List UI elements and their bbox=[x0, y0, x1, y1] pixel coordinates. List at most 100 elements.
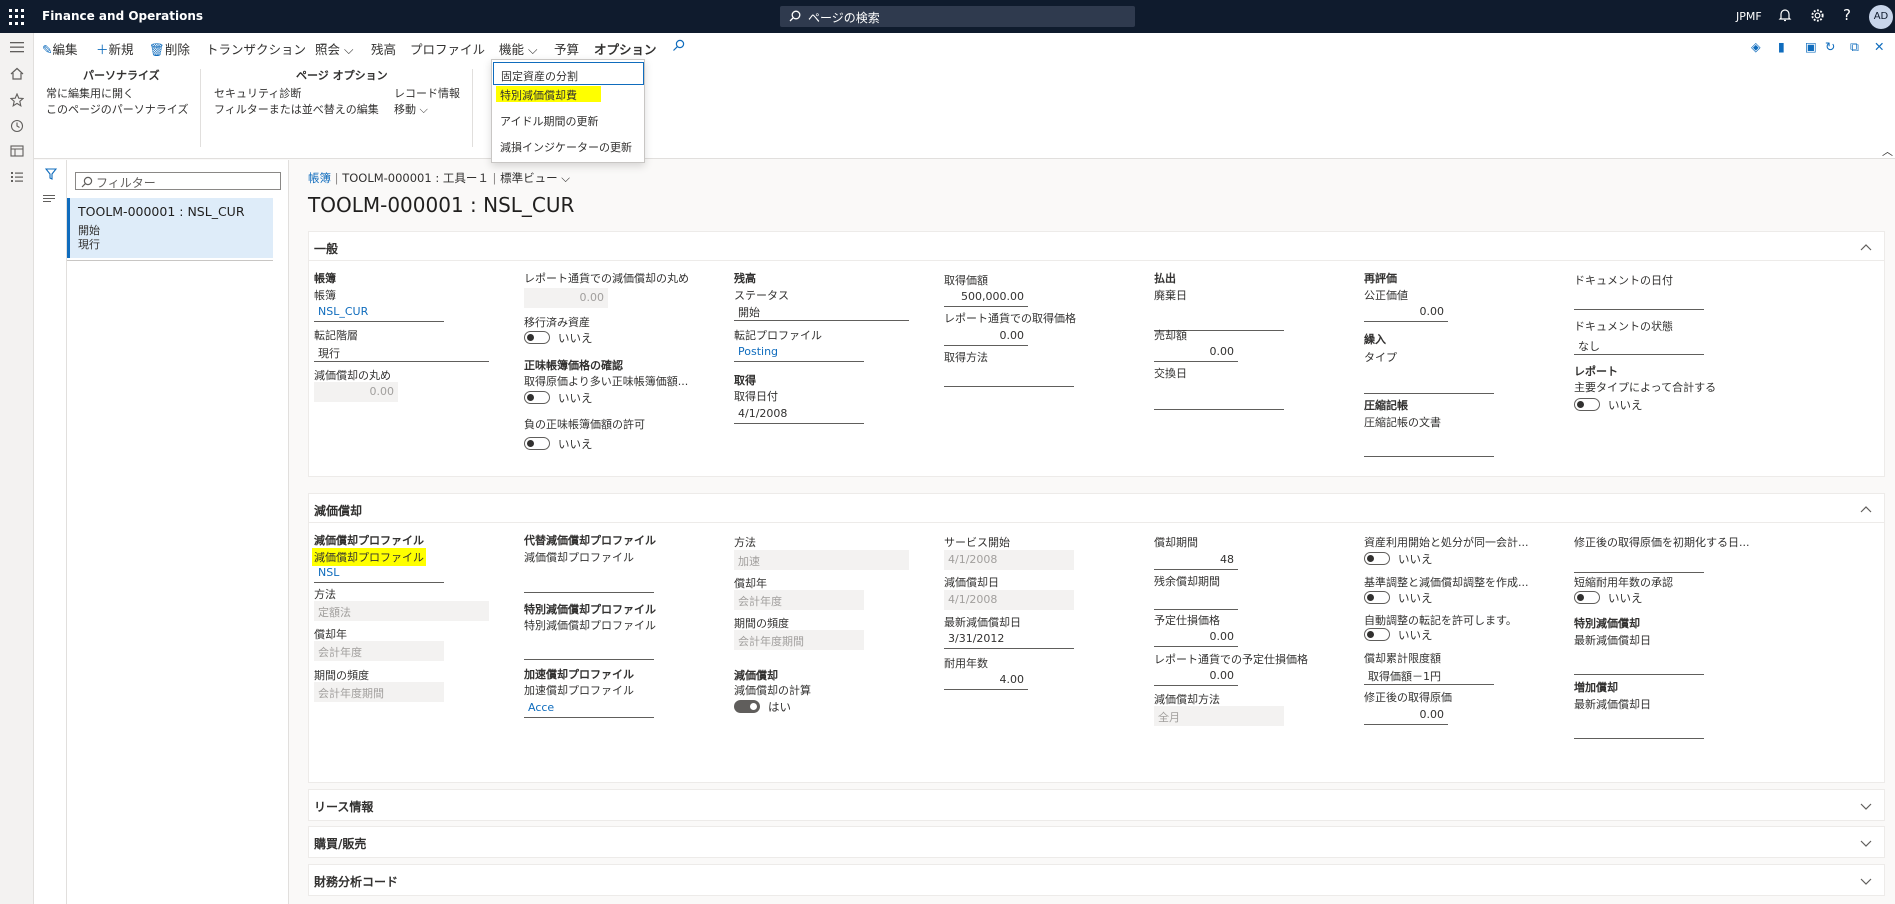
life-label: 耐用年数 bbox=[944, 657, 988, 670]
move-button[interactable]: 移動 ⌵ bbox=[394, 101, 428, 117]
home-icon[interactable] bbox=[8, 67, 26, 83]
posting-profile-field[interactable]: Posting bbox=[734, 342, 864, 362]
status-field[interactable]: 開始 bbox=[734, 301, 909, 321]
filter-icon[interactable] bbox=[44, 168, 58, 183]
modules-icon[interactable] bbox=[8, 171, 26, 187]
acq-date-field[interactable]: 4/1/2008 bbox=[734, 404, 864, 424]
help-icon[interactable]: ? bbox=[1838, 6, 1856, 24]
bell-icon[interactable] bbox=[1776, 8, 1794, 26]
list-view-icon[interactable] bbox=[43, 194, 57, 207]
refresh-icon[interactable]: ↻ bbox=[1825, 39, 1835, 54]
menu-item-idle-period[interactable]: アイドル期間の更新 bbox=[500, 113, 598, 129]
special-last-dep-field[interactable] bbox=[1574, 655, 1704, 675]
collapse-ribbon-icon[interactable]: ︿ bbox=[1882, 143, 1893, 159]
filter-sort-edit-button[interactable]: フィルターまたは並べ替えの編集 bbox=[214, 101, 379, 117]
menu-item-special-depreciation[interactable]: 特別減価償却費 bbox=[500, 87, 577, 103]
chevron-down-icon: ⌵ bbox=[419, 103, 428, 116]
hamburger-icon[interactable] bbox=[8, 41, 26, 57]
rep-scrap-field[interactable]: 0.00 bbox=[1154, 666, 1238, 686]
acq-price-field[interactable]: 500,000.00 bbox=[944, 287, 1028, 307]
scrap-date-label: 廃棄日 bbox=[1154, 289, 1187, 302]
type-field[interactable] bbox=[1364, 374, 1494, 394]
gear-icon[interactable] bbox=[1808, 8, 1826, 26]
list-item[interactable]: TOOLM-000001 : NSL_CUR 開始 現行 bbox=[67, 198, 273, 258]
chevron-up-icon[interactable] bbox=[1860, 504, 1872, 516]
doc-status-field[interactable]: なし bbox=[1574, 335, 1704, 355]
company-picker[interactable]: JPMF bbox=[1736, 10, 1762, 23]
menu-item-impairment[interactable]: 減損インジケーターの更新 bbox=[500, 139, 632, 155]
life-field[interactable]: 4.00 bbox=[944, 670, 1028, 690]
doc-date-field[interactable] bbox=[1574, 290, 1704, 310]
chevron-down-icon[interactable] bbox=[1860, 875, 1872, 887]
avatar[interactable]: AD bbox=[1869, 5, 1893, 29]
section-purchase-header[interactable]: 購買/販売 bbox=[314, 835, 366, 852]
dep-limit-field[interactable]: 取得価額－1円 bbox=[1364, 665, 1494, 685]
chevron-down-icon[interactable] bbox=[1860, 837, 1872, 849]
tab-profile[interactable]: プロファイル bbox=[410, 39, 485, 58]
section-financial-header[interactable]: 財務分析コード bbox=[314, 873, 398, 890]
dep-periods-label: 償却期間 bbox=[1154, 536, 1198, 549]
fair-value-field[interactable]: 0.00 bbox=[1364, 302, 1448, 322]
diamond-icon[interactable]: ◈ bbox=[1751, 39, 1761, 54]
office-icon[interactable]: ▮ bbox=[1778, 39, 1785, 54]
view-selector[interactable]: 標準ビュー ⌵ bbox=[500, 171, 570, 185]
revised-acq-field[interactable]: 0.00 bbox=[1364, 705, 1448, 725]
section-financial-dimensions[interactable]: 財務分析コード bbox=[308, 864, 1885, 896]
app-title[interactable]: Finance and Operations bbox=[42, 9, 203, 23]
acq-method-field[interactable] bbox=[944, 367, 1074, 387]
scrap-value-field[interactable]: 0.00 bbox=[1154, 627, 1238, 647]
action-search-icon[interactable] bbox=[672, 39, 685, 55]
chevron-down-icon[interactable] bbox=[1860, 800, 1872, 812]
bonus-last-dep-field[interactable] bbox=[1574, 719, 1704, 739]
last-dep-field[interactable]: 3/31/2012 bbox=[944, 629, 1074, 649]
trash-icon: 🗑 bbox=[149, 42, 165, 57]
filter-input[interactable]: フィルター bbox=[75, 172, 281, 190]
tab-ledger[interactable]: 残高 bbox=[371, 39, 396, 58]
comp-doc-field[interactable] bbox=[1364, 437, 1494, 457]
section-lease[interactable]: リース情報 bbox=[308, 789, 1885, 821]
always-edit-button[interactable]: 常に編集用に開く bbox=[46, 85, 134, 101]
divider bbox=[472, 69, 473, 147]
dep-periods-field[interactable]: 48 bbox=[1154, 550, 1238, 570]
main-content: 帳簿 | TOOLM-000001 : 工具ー１ | 標準ビュー ⌵ TOOLM… bbox=[290, 160, 1895, 904]
workspace-icon[interactable] bbox=[8, 145, 26, 161]
menu-item-split-asset[interactable]: 固定資産の分割 bbox=[493, 62, 644, 85]
delete-button[interactable]: 🗑削除 bbox=[149, 39, 190, 58]
sale-field[interactable]: 0.00 bbox=[1154, 342, 1238, 362]
section-general-header[interactable]: 一般 bbox=[314, 240, 338, 257]
tab-budget[interactable]: 予算 bbox=[554, 39, 579, 58]
alt-profile-field[interactable] bbox=[524, 573, 654, 593]
clock-icon[interactable] bbox=[8, 119, 26, 135]
security-diagnostics-button[interactable]: セキュリティ診断 bbox=[214, 85, 301, 101]
close-icon[interactable]: ✕ bbox=[1874, 39, 1884, 54]
list-item-line3: 現行 bbox=[78, 238, 100, 251]
section-lease-header[interactable]: リース情報 bbox=[314, 798, 373, 815]
personalize-page-button[interactable]: このページのパーソナライズ bbox=[46, 101, 188, 117]
rep-acq-field[interactable]: 0.00 bbox=[944, 326, 1028, 346]
breadcrumb-root[interactable]: 帳簿 bbox=[308, 171, 331, 185]
new-button[interactable]: ＋新規 bbox=[96, 39, 134, 58]
tab-functions[interactable]: 機能 ⌵ bbox=[499, 39, 537, 58]
open-new-window-icon[interactable]: ⧉ bbox=[1850, 39, 1859, 55]
tab-transactions[interactable]: トランザクション bbox=[206, 39, 306, 58]
tab-options[interactable]: オプション bbox=[594, 39, 657, 61]
edit-button[interactable]: ✎編集 bbox=[42, 39, 78, 58]
accel-profile-field[interactable]: Acce bbox=[524, 698, 654, 718]
app-launcher-icon[interactable] bbox=[9, 9, 25, 25]
section-depreciation-header[interactable]: 減価償却 bbox=[314, 502, 362, 519]
section-purchase[interactable]: 購買/販売 bbox=[308, 826, 1885, 858]
star-icon[interactable] bbox=[8, 92, 26, 109]
tab-inquiry[interactable]: 照会 ⌵ bbox=[315, 39, 353, 58]
dep-profile-field[interactable]: NSL bbox=[314, 563, 444, 583]
init-date-field[interactable] bbox=[1574, 553, 1704, 573]
special-profile-field[interactable] bbox=[524, 640, 654, 660]
attachment-icon[interactable]: ▣ bbox=[1805, 39, 1817, 54]
global-search-input[interactable]: ページの検索 bbox=[780, 6, 1135, 27]
fair-value-label: 公正価値 bbox=[1364, 289, 1408, 302]
chevron-up-icon[interactable] bbox=[1860, 242, 1872, 254]
exchange-field[interactable] bbox=[1154, 390, 1284, 410]
book-field[interactable]: NSL_CUR bbox=[314, 302, 444, 322]
record-info-button[interactable]: レコード情報 bbox=[394, 85, 460, 101]
remaining-periods-field[interactable] bbox=[1154, 590, 1238, 610]
posting-layer-field[interactable]: 現行 bbox=[314, 342, 489, 362]
